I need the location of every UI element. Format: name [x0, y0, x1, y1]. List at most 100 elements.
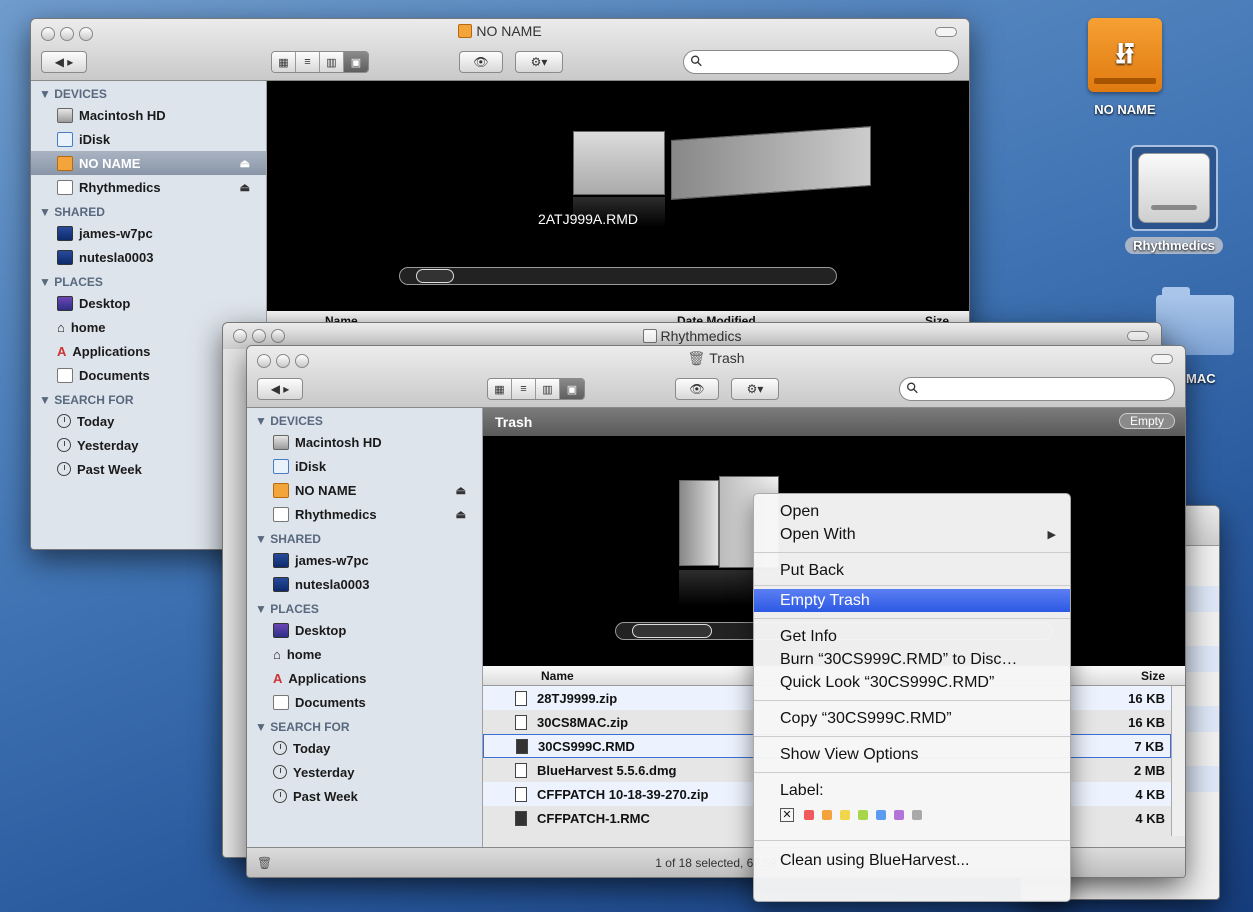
clock-icon — [273, 789, 287, 803]
sidebar-item-noname[interactable]: NO NAME ⏏ — [247, 478, 482, 502]
sidebar-item-yesterday[interactable]: Yesterday — [247, 760, 482, 784]
sidebar-item-documents[interactable]: Documents — [247, 690, 482, 714]
sidebar-item-past-week[interactable]: Past Week — [247, 784, 482, 808]
sidebar-item-rhythmedics[interactable]: Rhythmedics ⏏ — [31, 175, 266, 199]
menu-item-get-info[interactable]: Get Info — [754, 625, 1070, 648]
sidebar-header-shared[interactable]: ▼ SHARED — [247, 526, 482, 548]
titlebar[interactable]: 🗑 Trash ◀ ▸ ▦ ≡ ▥ ▣ 👁 ⚙▾ — [247, 346, 1185, 408]
column-view-icon[interactable]: ▥ — [320, 52, 344, 72]
sidebar-item-applications[interactable]: A Applications — [247, 666, 482, 690]
label-swatch-yellow[interactable] — [840, 810, 850, 820]
no-label-x-icon[interactable]: ✕ — [780, 808, 794, 822]
coverflow-view[interactable]: 2ATJ999A.RMD — [267, 81, 969, 311]
coverflow-view-icon[interactable]: ▣ — [344, 52, 368, 72]
coverflow-caption: 2ATJ999A.RMD — [537, 211, 639, 227]
home-icon: ⌂ — [57, 319, 65, 335]
coverflow-item[interactable] — [679, 480, 719, 566]
scrollbar-thumb[interactable] — [632, 624, 712, 638]
label-color-picker[interactable]: ✕ — [754, 802, 1070, 828]
sidebar-item-james-w7pc[interactable]: james-w7pc — [247, 548, 482, 572]
icon-view-icon[interactable]: ▦ — [488, 379, 512, 399]
rmd-file-icon — [516, 738, 528, 754]
toolbar-toggle-button[interactable] — [1151, 354, 1173, 364]
pc-icon — [57, 249, 73, 265]
column-view-icon[interactable]: ▥ — [536, 379, 560, 399]
eject-icon[interactable]: ⏏ — [456, 484, 466, 497]
quick-look-eye-icon[interactable]: 👁 — [459, 51, 503, 73]
vertical-scrollbar[interactable] — [1171, 686, 1185, 836]
menu-label-heading: Label: — [780, 781, 824, 799]
usb-drive-icon — [57, 155, 73, 171]
menu-item-quick-look[interactable]: Quick Look “30CS999C.RMD” — [754, 671, 1070, 694]
sidebar-item-nutesla0003[interactable]: nutesla0003 — [31, 245, 266, 269]
sidebar-item-macintosh-hd[interactable]: Macintosh HD — [31, 103, 266, 127]
desktop-icon-noname[interactable]: ⭿ NO NAME — [1080, 18, 1170, 117]
clock-icon — [273, 765, 287, 779]
sidebar-item-home[interactable]: ⌂ home — [247, 642, 482, 666]
context-menu[interactable]: Open Open With ▶ Put Back Empty Trash Get… — [753, 493, 1071, 902]
sidebar-item-noname[interactable]: NO NAME ⏏ — [31, 151, 266, 175]
sidebar-item-james-w7pc[interactable]: james-w7pc — [31, 221, 266, 245]
icon-view-icon[interactable]: ▦ — [272, 52, 296, 72]
sidebar-item-idisk[interactable]: iDisk — [31, 127, 266, 151]
menu-item-show-view-options[interactable]: Show View Options — [754, 743, 1070, 766]
menu-item-clean-blueharvest[interactable]: Clean using BlueHarvest... — [754, 849, 1070, 872]
empty-button[interactable]: Empty — [1118, 413, 1175, 429]
toolbar-toggle-button[interactable] — [935, 27, 957, 37]
back-forward-buttons[interactable]: ◀ ▸ — [257, 378, 303, 400]
coverflow-scrollbar[interactable] — [399, 267, 837, 285]
sidebar-item-desktop[interactable]: Desktop — [31, 291, 266, 315]
coverflow-item[interactable] — [573, 131, 665, 195]
drive-icon — [642, 329, 657, 343]
label-swatch-red[interactable] — [804, 810, 814, 820]
menu-item-burn[interactable]: Burn “30CS999C.RMD” to Disc… — [754, 648, 1070, 671]
menu-item-copy[interactable]: Copy “30CS999C.RMD” — [754, 707, 1070, 730]
desktop-icon-label: Rhythmedics — [1125, 237, 1223, 254]
coverflow-view-icon[interactable]: ▣ — [560, 379, 584, 399]
idisk-icon — [273, 458, 289, 474]
label-swatch-gray[interactable] — [912, 810, 922, 820]
sidebar-item-rhythmedics[interactable]: Rhythmedics ⏏ — [247, 502, 482, 526]
menu-item-open-with[interactable]: Open With ▶ — [754, 523, 1070, 546]
quick-look-eye-icon[interactable]: 👁 — [675, 378, 719, 400]
sidebar-item-today[interactable]: Today — [247, 736, 482, 760]
view-mode-segment[interactable]: ▦ ≡ ▥ ▣ — [487, 378, 585, 400]
drive-icon — [273, 506, 289, 522]
eject-icon[interactable]: ⏏ — [240, 157, 250, 170]
sidebar-header-shared[interactable]: ▼ SHARED — [31, 199, 266, 221]
desktop-icon — [273, 622, 289, 638]
sidebar-item-macintosh-hd[interactable]: Macintosh HD — [247, 430, 482, 454]
label-swatch-blue[interactable] — [876, 810, 886, 820]
label-swatch-orange[interactable] — [822, 810, 832, 820]
search-input[interactable] — [683, 50, 959, 74]
sidebar-header-search[interactable]: ▼ SEARCH FOR — [247, 714, 482, 736]
back-forward-buttons[interactable]: ◀ ▸ — [41, 51, 87, 73]
sidebar-header-places[interactable]: ▼ PLACES — [31, 269, 266, 291]
sidebar-item-nutesla0003[interactable]: nutesla0003 — [247, 572, 482, 596]
titlebar[interactable]: NO NAME ◀ ▸ ▦ ≡ ▥ ▣ 👁 ⚙▾ — [31, 19, 969, 81]
action-gear-icon[interactable]: ⚙▾ — [515, 51, 563, 73]
search-input[interactable] — [899, 377, 1175, 401]
label-swatch-purple[interactable] — [894, 810, 904, 820]
view-mode-segment[interactable]: ▦ ≡ ▥ ▣ — [271, 51, 369, 73]
action-gear-icon[interactable]: ⚙▾ — [731, 378, 779, 400]
eject-icon[interactable]: ⏏ — [456, 508, 466, 521]
menu-item-put-back[interactable]: Put Back — [754, 559, 1070, 582]
applications-icon: A — [273, 670, 283, 686]
menu-item-empty-trash[interactable]: Empty Trash — [754, 589, 1070, 612]
label-swatch-green[interactable] — [858, 810, 868, 820]
list-view-icon[interactable]: ≡ — [296, 52, 320, 72]
sidebar-item-idisk[interactable]: iDisk — [247, 454, 482, 478]
toolbar-toggle-button[interactable] — [1127, 331, 1149, 341]
drive-icon — [57, 179, 73, 195]
sidebar-header-devices[interactable]: ▼ DEVICES — [247, 408, 482, 430]
menu-item-open[interactable]: Open — [754, 500, 1070, 523]
sidebar-header-devices[interactable]: ▼ DEVICES — [31, 81, 266, 103]
coverflow-stack[interactable] — [671, 126, 871, 200]
sidebar-header-places[interactable]: ▼ PLACES — [247, 596, 482, 618]
sidebar-item-desktop[interactable]: Desktop — [247, 618, 482, 642]
eject-icon[interactable]: ⏏ — [240, 181, 250, 194]
scrollbar-thumb[interactable] — [416, 269, 454, 283]
list-view-icon[interactable]: ≡ — [512, 379, 536, 399]
desktop-icon-rhythmedics[interactable]: Rhythmedics — [1112, 145, 1236, 254]
